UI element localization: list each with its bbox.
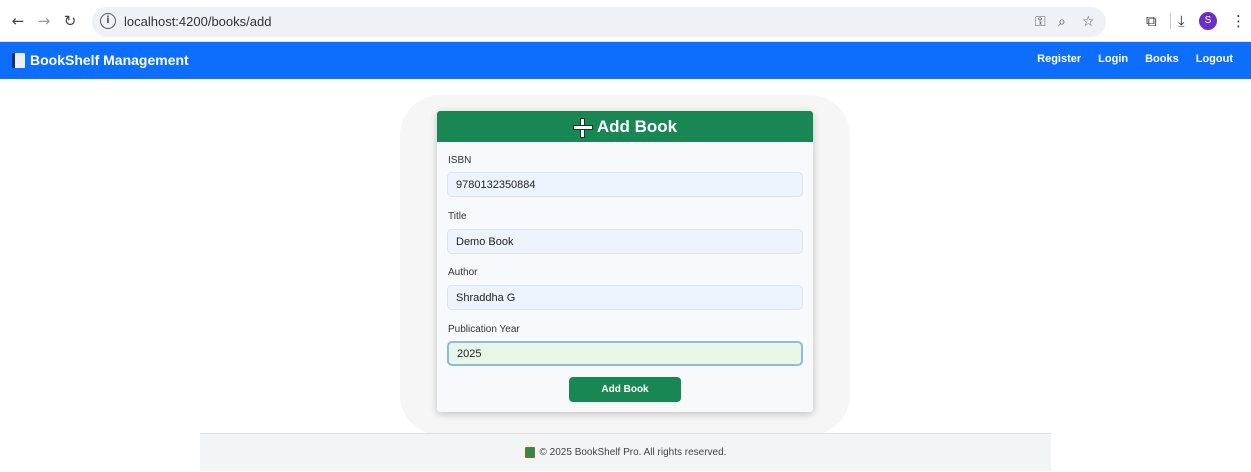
plus-icon [572,117,593,138]
profile-avatar[interactable]: S [1199,12,1217,30]
publication-year-label: Publication Year [448,324,520,335]
isbn-input[interactable] [447,172,803,197]
author-input[interactable] [447,285,803,310]
forward-arrow-icon[interactable]: → [35,12,53,30]
nav-login-link[interactable]: Login [1098,53,1128,65]
footer-text: © 2025 BookShelf Pro. All rights reserve… [539,447,727,458]
menu-dots-icon[interactable]: ⋮ [1231,11,1246,31]
toolbar-divider [1170,13,1171,29]
nav-books-link[interactable]: Books [1145,53,1179,65]
browser-toolbar: ← → ↻ i localhost:4200/books/add ⚿ ⌕ ☆ ⧉… [0,0,1251,42]
page-footer: © 2025 BookShelf Pro. All rights reserve… [200,433,1051,471]
card-header: Add Book [437,111,813,142]
nav-links: Register Login Books Logout [1037,53,1233,65]
url-text[interactable]: localhost:4200/books/add [124,14,271,29]
add-book-card: Add Book ISBN Title Author Publication Y… [437,111,813,412]
nav-register-link[interactable]: Register [1037,53,1081,65]
add-book-button[interactable]: Add Book [569,377,681,402]
extensions-icon[interactable]: ⧉ [1146,11,1157,31]
title-label: Title [448,211,467,222]
brand-link[interactable]: BookShelf Management [12,52,189,68]
back-arrow-icon[interactable]: ← [9,12,27,30]
books-icon [524,447,535,458]
zoom-icon[interactable]: ⌕ [1058,13,1066,31]
site-info-icon[interactable]: i [100,13,116,29]
reload-icon[interactable]: ↻ [61,12,79,30]
title-input[interactable] [447,229,803,254]
book-icon [12,52,25,68]
publication-year-input[interactable] [447,341,803,366]
author-label: Author [448,267,478,278]
bookmark-star-icon[interactable]: ☆ [1082,13,1095,31]
brand-title: BookShelf Management [30,52,189,68]
download-icon[interactable]: ⤓ [1178,11,1185,31]
card-title: Add Book [596,116,678,136]
app-navbar: BookShelf Management Register Login Book… [0,42,1251,79]
address-bar[interactable]: i localhost:4200/books/add ⚿ ⌕ ☆ [92,7,1106,37]
nav-logout-link[interactable]: Logout [1196,53,1233,65]
key-icon[interactable]: ⚿ [1035,13,1046,31]
isbn-label: ISBN [448,155,472,166]
